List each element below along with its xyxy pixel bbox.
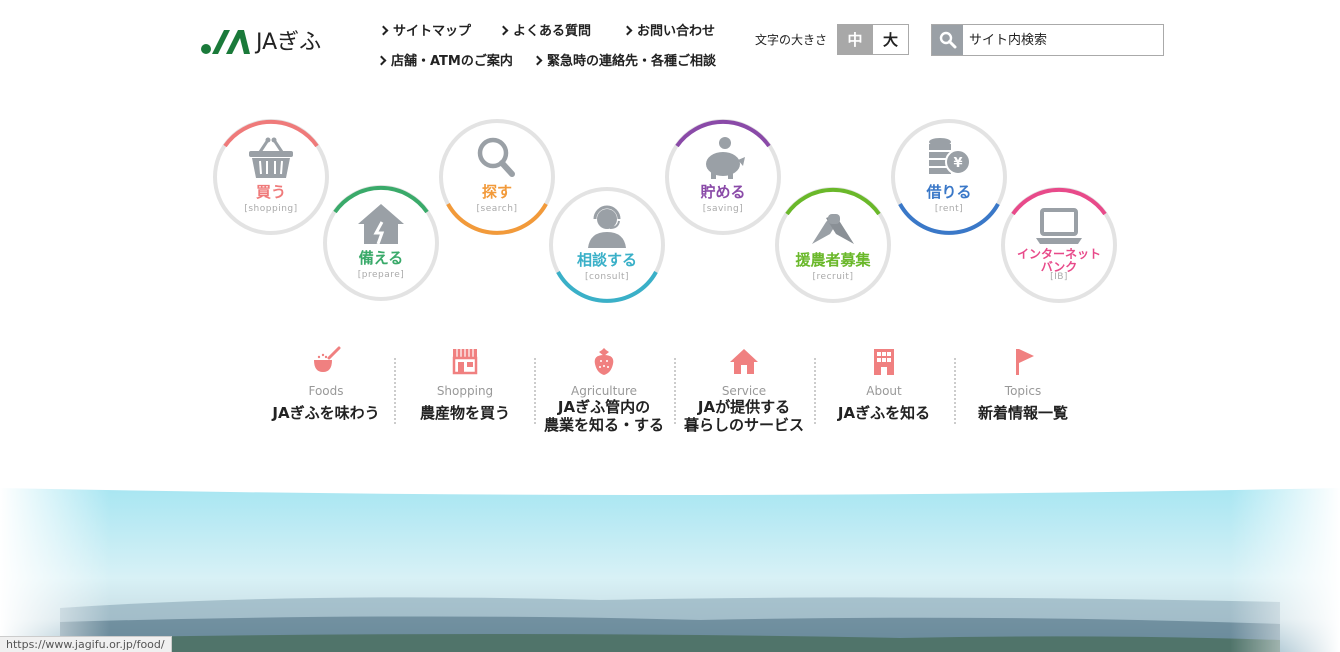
search-icon [939,31,956,49]
nav-contact[interactable]: お問い合わせ [622,20,715,39]
chevron-right-icon [378,25,389,36]
service-shopping[interactable]: 買う [shopping] [212,118,330,236]
font-size-switcher: 文字の大きさ 中 大 [755,24,910,55]
service-search[interactable]: 探す [search] [438,118,556,236]
ja-logo-icon [201,30,250,54]
operator-icon [588,205,626,248]
category-agriculture[interactable]: Agriculture JAぎふ管内の 農業を知る・する [534,346,674,434]
nav-faq[interactable]: よくある質問 [498,20,591,39]
basket-icon [249,137,293,178]
service-sublabel: [shopping] [244,204,298,214]
svg-text:¥: ¥ [953,156,962,171]
strawberry-icon [594,348,614,375]
service-sublabel: [prepare] [357,270,405,280]
search-input[interactable] [963,25,1163,55]
nav-stores-atm[interactable]: 店舗・ATMのご案内 [376,50,513,69]
browser-status-url: https://www.jagifu.or.jp/food/ [0,636,172,652]
category-jp-label: JAぎふ管内の 農業を知る・する [534,398,674,434]
site-logo[interactable]: JAぎふ [200,24,321,56]
nav-sitemap[interactable]: サイトマップ [378,20,471,39]
laptop-icon [1036,208,1082,244]
service-consult[interactable]: 相談する [consult] [548,186,666,304]
landscape-photo-icon [0,488,1340,652]
service-label: 相談する [576,251,637,269]
house-icon [358,204,404,245]
service-label: 備える [358,249,404,267]
category-jp-label: 農産物を買う [419,404,510,422]
service-label: 買う [255,183,286,201]
font-size-medium-button[interactable]: 中 [837,24,874,55]
chevron-right-icon [376,55,387,66]
service-sublabel: [search] [476,204,518,214]
building-icon [874,349,894,375]
category-jp-label: JAが提供する 暮らしのサービス [674,398,814,434]
category-jp-label: JAぎふを味わう [272,404,380,422]
magnifier-icon [477,137,515,177]
search-button[interactable] [932,25,963,55]
category-foods[interactable]: Foods JAぎふを味わう [256,346,396,422]
category-en-label: Foods [308,384,344,398]
category-en-label: Agriculture [571,384,637,398]
service-sublabel: [consult] [584,272,630,282]
font-size-label: 文字の大きさ [755,33,828,47]
nav-emergency-contact[interactable]: 緊急時の連絡先・各種ご相談 [532,50,716,69]
service-label: 借りる [926,183,972,201]
service-saving[interactable]: 貯める [saving] [664,118,782,236]
font-size-large-button[interactable]: 大 [873,24,910,55]
category-jp-line2: 農業を知る・する [543,416,664,434]
category-en-label: Service [721,384,767,398]
shop-icon [452,349,478,375]
coins-yen-icon: ¥ [929,138,971,175]
category-jp-line1: JAが提供する [697,398,791,416]
flag-icon [1016,349,1034,375]
chevron-right-icon [532,55,543,66]
service-prepare[interactable]: 備える [prepare] [322,184,440,302]
category-jp-label: JAぎふを知る [837,404,931,422]
category-shopping[interactable]: Shopping 農産物を買う [395,346,535,422]
category-about[interactable]: About JAぎふを知る [814,346,954,422]
service-label: 探す [481,183,512,201]
service-internet-bank[interactable]: インターネット バンク [IB] [1000,186,1118,304]
home-icon [730,349,758,374]
category-service[interactable]: Service JAが提供する 暮らしのサービス [674,346,814,434]
service-label: インターネット バンク [1000,248,1118,274]
service-sublabel: [IB] [1050,272,1068,282]
category-jp-label: 新着情報一覧 [977,404,1068,422]
service-sublabel: [recruit] [812,272,854,282]
service-label: 貯める [700,183,746,201]
hero-image [0,488,1340,652]
service-label: 援農者募集 [795,251,871,269]
category-jp-line2: 暮らしのサービス [683,416,804,434]
service-sublabel: [rent] [934,204,964,214]
chevron-right-icon [498,25,509,36]
site-search [931,24,1164,56]
category-en-label: About [866,384,902,398]
category-en-label: Topics [1004,384,1042,398]
service-sublabel: [saving] [702,204,744,214]
piggy-bank-icon [706,137,745,179]
service-rent[interactable]: ¥ 借りる [rent] [890,118,1008,236]
category-en-label: Shopping [436,384,494,398]
service-recruit[interactable]: 援農者募集 [recruit] [774,186,892,304]
logo-text: JAぎふ [256,30,322,55]
ladle-icon [314,346,341,372]
category-topics[interactable]: Topics 新着情報一覧 [953,346,1093,422]
handshake-icon [812,214,854,244]
chevron-right-icon [622,25,633,36]
category-jp-line1: JAぎふ管内の [557,398,651,416]
